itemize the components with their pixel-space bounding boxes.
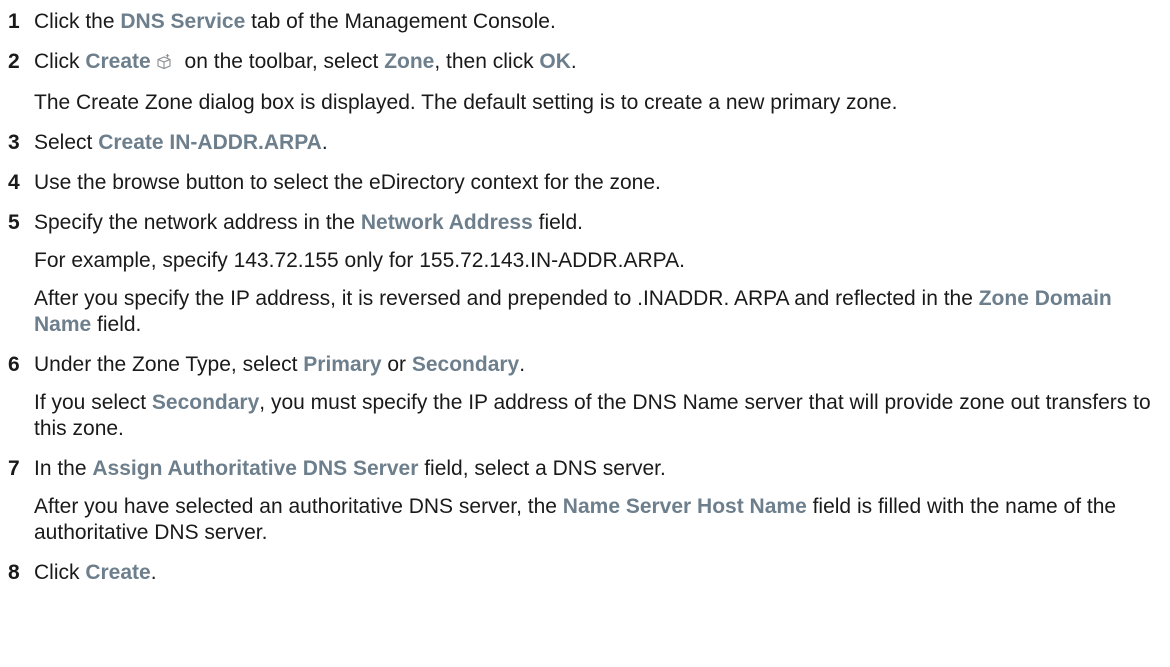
step-text: field, select a DNS server. [418,457,666,480]
step-text: on the toolbar, select [178,50,385,73]
step-5-note-2: After you specify the IP address, it is … [8,286,1170,338]
step-text: Specify the network address in the [34,211,361,234]
step-2: 2 Click Create on the toolbar, select Zo… [8,49,1170,78]
step-3: 3 Select Create IN-ADDR.ARPA. [8,130,1170,156]
step-number: 3 [8,131,20,154]
step-number: 8 [8,561,20,584]
step-number: 1 [8,10,20,33]
step-6-note: If you select Secondary, you must specif… [8,390,1170,442]
step-text: , then click [434,50,540,73]
step-text: . [570,50,577,73]
create-cube-icon [155,52,173,78]
step-text: In the [34,457,93,480]
ui-term-secondary: Secondary [411,353,520,376]
ui-term-name-server-host-name: Name Server Host Name [562,495,807,518]
step-text: . [519,353,526,376]
step-text: tab of the Management Console. [245,10,556,33]
step-7-note: After you have selected an authoritative… [8,494,1170,546]
procedure-document: 1 Click the DNS Service tab of the Manag… [0,0,1170,586]
ui-term-dns-service: DNS Service [120,10,246,33]
step-text: Select [34,131,99,154]
step-text: Use the browse button to select the eDir… [34,171,661,194]
ui-term-create-in-addr-arpa: Create IN-ADDR.ARPA [98,131,322,154]
step-text: . [321,131,328,154]
step-text: Click [34,50,86,73]
step-text: After you have selected an authoritative… [34,495,563,518]
ui-term-primary: Primary [303,353,382,376]
step-number: 4 [8,171,20,194]
step-number: 5 [8,211,20,234]
step-text: field. [532,211,583,234]
step-text: Under the Zone Type, select [34,353,304,376]
step-text: . [150,561,157,584]
step-text: After you specify the IP address, it is … [34,287,979,310]
step-text: field. [91,313,142,336]
ui-term-zone: Zone [384,50,435,73]
ui-term-create: Create [85,50,151,73]
step-text: If you select [34,391,152,414]
step-number: 6 [8,353,20,376]
step-2-note: The Create Zone dialog box is displayed.… [34,91,898,114]
ui-term-ok: OK [539,50,571,73]
step-4: 4 Use the browse button to select the eD… [8,170,1170,196]
step-text: Click the [34,10,121,33]
ui-term-network-address: Network Address [360,211,533,234]
step-number: 7 [8,457,20,480]
step-5: 5 Specify the network address in the Net… [8,210,1170,236]
step-5-note-1: For example, specify 143.72.155 only for… [34,249,685,272]
ui-term-assign-authoritative-dns-server: Assign Authoritative DNS Server [92,457,419,480]
step-1: 1 Click the DNS Service tab of the Manag… [8,9,1170,35]
step-text: or [381,353,412,376]
step-6: 6 Under the Zone Type, select Primary or… [8,352,1170,378]
step-8: 8 Click Create. [8,560,1170,586]
step-7: 7 In the Assign Authoritative DNS Server… [8,456,1170,482]
step-text: Click [34,561,86,584]
step-number: 2 [8,50,20,73]
ui-term-create: Create [85,561,151,584]
ui-term-secondary: Secondary [151,391,260,414]
